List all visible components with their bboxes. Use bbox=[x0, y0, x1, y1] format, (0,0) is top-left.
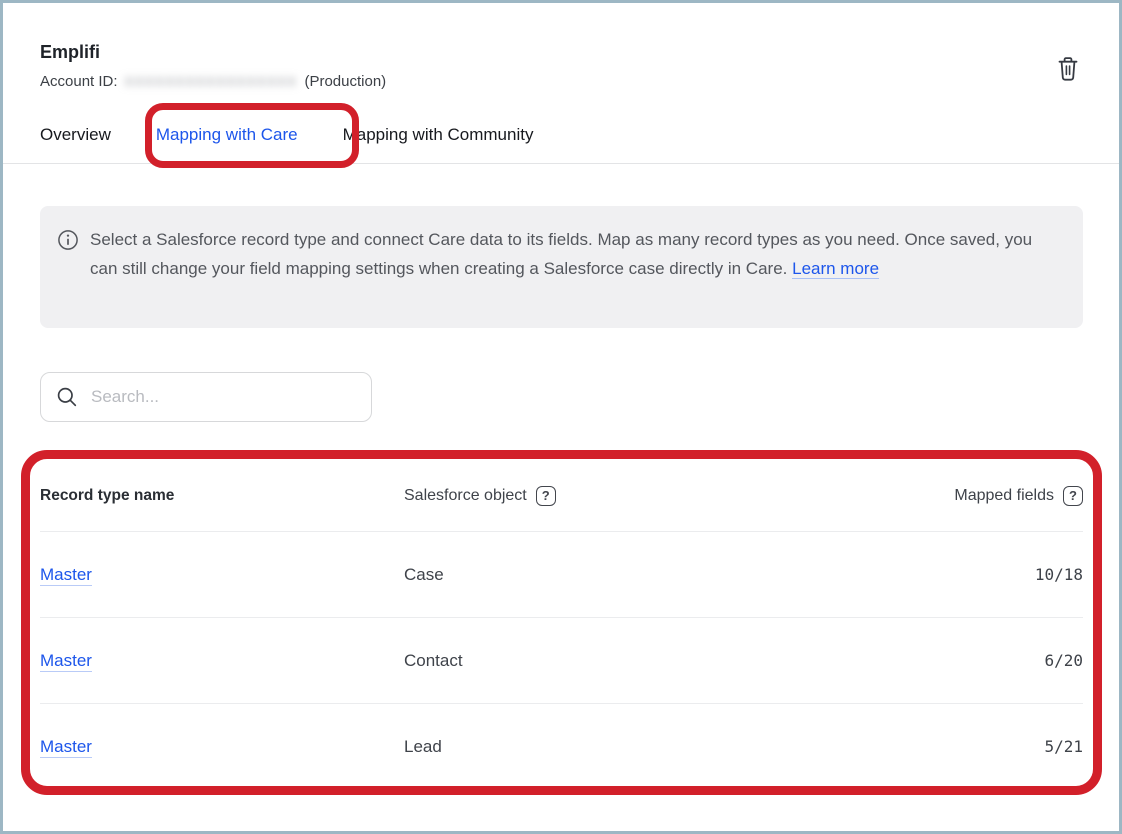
info-banner-message: Select a Salesforce record type and conn… bbox=[90, 230, 1032, 278]
salesforce-object-cell: Contact bbox=[404, 651, 863, 671]
mapped-fields-cell: 5/21 bbox=[863, 737, 1083, 756]
account-id-redacted: XXXXXXXXXXXXXXXXX bbox=[125, 74, 298, 89]
info-banner-text: Select a Salesforce record type and conn… bbox=[90, 225, 1052, 283]
tab-bar-divider bbox=[3, 163, 1119, 164]
record-type-link[interactable]: Master bbox=[40, 737, 92, 758]
delete-integration-button[interactable] bbox=[1053, 52, 1083, 84]
search-field[interactable] bbox=[40, 372, 372, 422]
salesforce-object-cell: Case bbox=[404, 565, 863, 585]
tab-overview[interactable]: Overview bbox=[40, 121, 111, 149]
record-type-table: Record type name Salesforce object ? Map… bbox=[40, 460, 1083, 789]
mapped-fields-cell: 10/18 bbox=[863, 565, 1083, 584]
trash-icon bbox=[1056, 55, 1080, 82]
table-row: Master Contact 6/20 bbox=[40, 617, 1083, 703]
table-row: Master Case 10/18 bbox=[40, 531, 1083, 617]
table-row: Master Lead 5/21 bbox=[40, 703, 1083, 789]
column-header-salesforce-object: Salesforce object ? bbox=[404, 486, 863, 506]
integration-settings-panel: Emplifi Account ID: XXXXXXXXXXXXXXXXX (P… bbox=[0, 0, 1122, 834]
record-type-link[interactable]: Master bbox=[40, 651, 92, 672]
column-header-mapped-fields: Mapped fields ? bbox=[863, 486, 1083, 506]
mapped-fields-cell: 6/20 bbox=[863, 651, 1083, 670]
tab-mapping-with-community[interactable]: Mapping with Community bbox=[343, 121, 534, 149]
record-type-link[interactable]: Master bbox=[40, 565, 92, 586]
search-input[interactable] bbox=[89, 386, 356, 408]
table-header-row: Record type name Salesforce object ? Map… bbox=[40, 460, 1083, 531]
environment-label: (Production) bbox=[304, 73, 386, 90]
column-header-label: Salesforce object bbox=[404, 487, 527, 505]
column-header-record-type-name: Record type name bbox=[40, 487, 404, 505]
tab-mapping-with-care[interactable]: Mapping with Care bbox=[156, 121, 298, 149]
info-circle-icon bbox=[57, 229, 79, 251]
question-mark-icon[interactable]: ? bbox=[1063, 486, 1083, 506]
account-id-line: Account ID: XXXXXXXXXXXXXXXXX (Productio… bbox=[40, 73, 386, 90]
salesforce-object-cell: Lead bbox=[404, 737, 863, 757]
account-id-label: Account ID: bbox=[40, 73, 118, 90]
tab-bar: Overview Mapping with Care Mapping with … bbox=[40, 121, 533, 149]
page-title: Emplifi bbox=[40, 42, 100, 63]
search-icon bbox=[56, 386, 78, 408]
info-banner: Select a Salesforce record type and conn… bbox=[40, 206, 1083, 328]
question-mark-icon[interactable]: ? bbox=[536, 486, 556, 506]
learn-more-link[interactable]: Learn more bbox=[792, 259, 879, 279]
column-header-label: Mapped fields bbox=[954, 487, 1054, 505]
